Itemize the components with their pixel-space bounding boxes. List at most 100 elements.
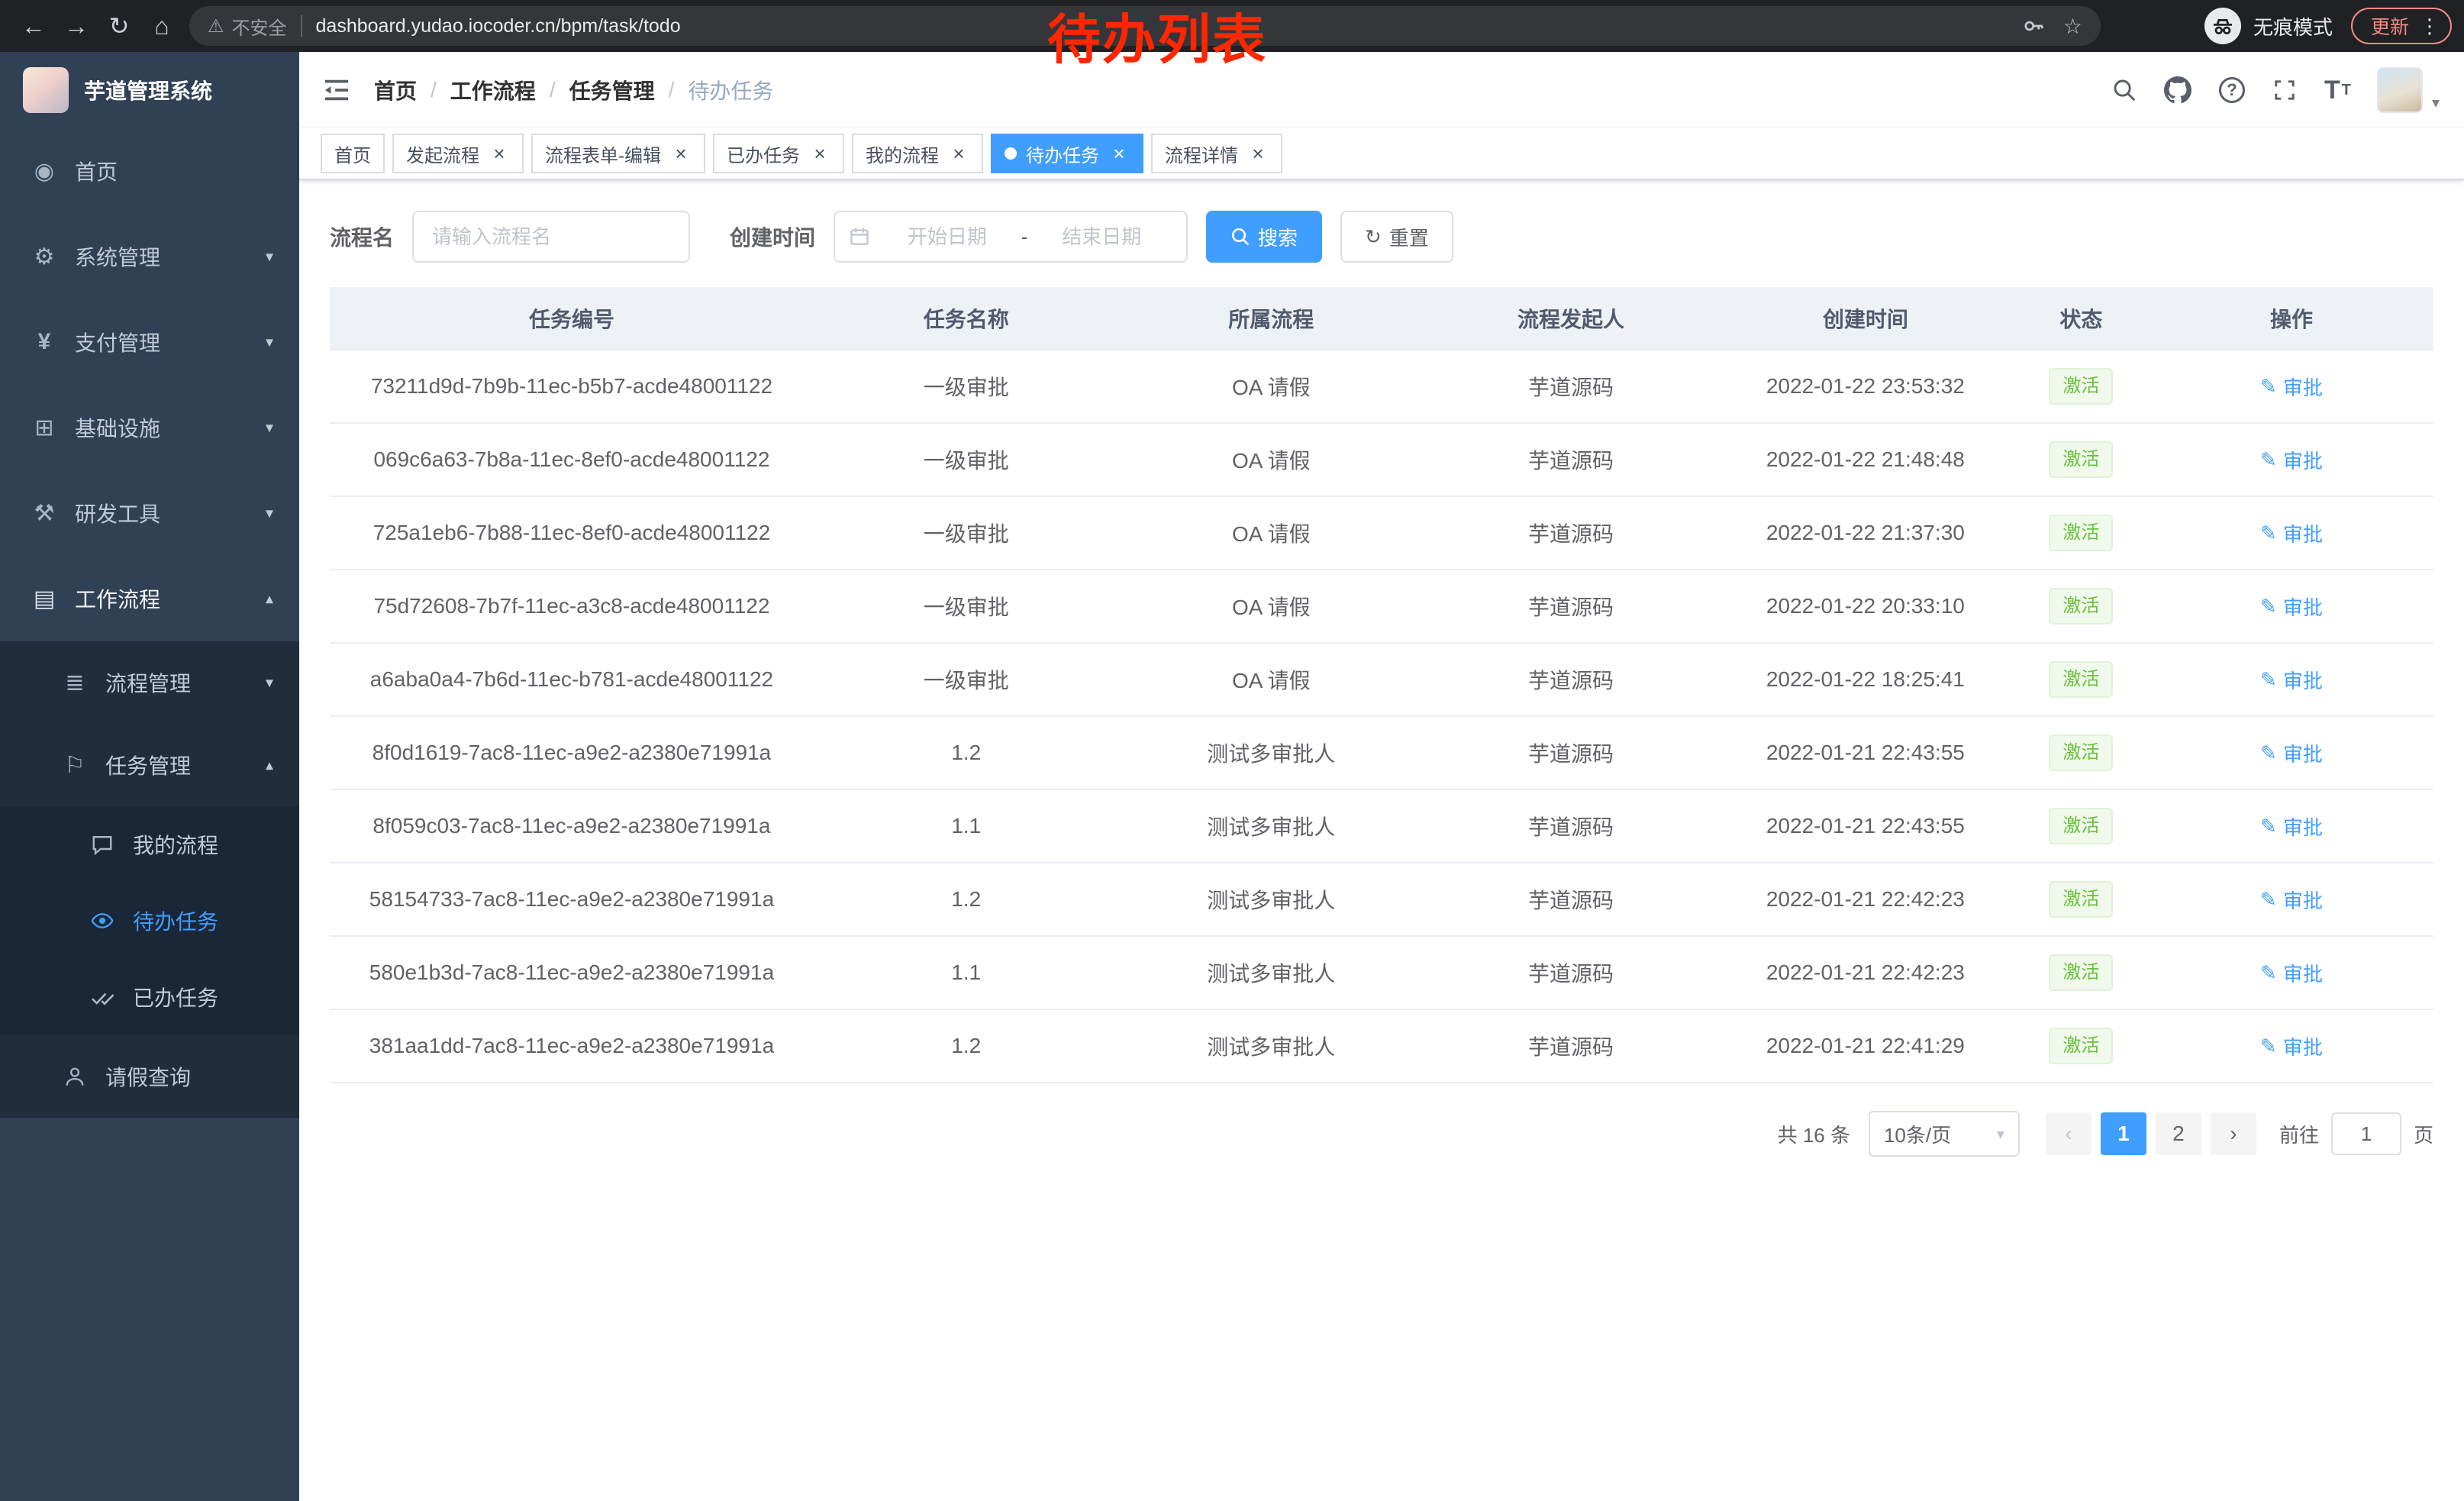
page-size-select[interactable]: 10条/页 ▾ <box>1869 1111 2020 1157</box>
status-badge: 激活 <box>2049 808 2113 844</box>
approve-link[interactable]: ✎ 审批 <box>2260 812 2323 841</box>
search-button[interactable]: 搜索 <box>1206 211 1322 263</box>
table-row[interactable]: 8f0d1619-7ac8-11ec-a9e2-a2380e71991a 1.2… <box>330 716 2433 789</box>
approve-link[interactable]: ✎ 审批 <box>2260 739 2323 767</box>
reset-button[interactable]: ↻ 重置 <box>1340 211 1453 263</box>
process-name-input[interactable] <box>412 211 690 263</box>
approve-link[interactable]: ✎ 审批 <box>2260 886 2323 914</box>
sidebar-item-my-process[interactable]: 我的流程 <box>0 806 299 883</box>
tab-done-tasks[interactable]: 已办任务 × <box>713 134 844 173</box>
app-logo-row[interactable]: 芋道管理系统 <box>0 52 299 128</box>
help-icon[interactable]: ? <box>2205 52 2259 128</box>
approve-link[interactable]: ✎ 审批 <box>2260 1032 2323 1060</box>
browser-menu-icon[interactable]: ⋮ <box>2420 15 2440 38</box>
sidebar-item-task-mgmt[interactable]: ⚐ 任务管理 ▴ <box>0 724 299 806</box>
col-task-name: 任务名称 <box>814 287 1119 350</box>
approve-link[interactable]: ✎ 审批 <box>2260 959 2323 987</box>
breadcrumb-item-workflow[interactable]: 工作流程 <box>450 75 536 105</box>
sidebar-item-done-tasks[interactable]: 已办任务 <box>0 959 299 1035</box>
next-page-button[interactable]: › <box>2211 1112 2256 1155</box>
browser-home-button[interactable]: ⌂ <box>140 5 183 47</box>
sidebar-item-label: 研发工具 <box>75 498 160 528</box>
page-button-1[interactable]: 1 <box>2101 1112 2146 1155</box>
table-row[interactable]: 75d72608-7b7f-11ec-a3c8-acde48001122 一级审… <box>330 570 2433 643</box>
sidebar-item-system[interactable]: ⚙ 系统管理 ▾ <box>0 214 299 299</box>
tab-todo-tasks[interactable]: 待办任务 × <box>991 134 1143 173</box>
filter-bar: 流程名 创建时间 - <box>330 211 2433 263</box>
sidebar-item-home[interactable]: ◉ 首页 <box>0 128 299 214</box>
bookmark-star-icon[interactable]: ☆ <box>2063 14 2082 39</box>
close-icon[interactable]: × <box>1247 143 1269 164</box>
breadcrumb-item-task-mgmt[interactable]: 任务管理 <box>569 75 655 105</box>
table-row[interactable]: a6aba0a4-7b6d-11ec-b781-acde48001122 一级审… <box>330 643 2433 716</box>
sidebar-item-process-mgmt[interactable]: ≣ 流程管理 ▾ <box>0 641 299 724</box>
avatar-caret-icon[interactable]: ▾ <box>2432 93 2440 112</box>
close-icon[interactable]: × <box>809 143 830 164</box>
refresh-icon: ↻ <box>1365 225 1382 249</box>
page-size-value: 10条/页 <box>1884 1120 1951 1148</box>
calendar-icon <box>849 226 870 247</box>
edit-pen-icon: ✎ <box>2260 595 2277 618</box>
sidebar-item-todo-tasks[interactable]: 待办任务 <box>0 883 299 959</box>
table-row[interactable]: 8f059c03-7ac8-11ec-a9e2-a2380e71991a 1.1… <box>330 789 2433 863</box>
warning-icon: ⚠ <box>208 15 224 37</box>
tab-my-process[interactable]: 我的流程 × <box>852 134 983 173</box>
table-row[interactable]: 381aa1dd-7ac8-11ec-a9e2-a2380e71991a 1.2… <box>330 1009 2433 1083</box>
status-badge: 激活 <box>2049 661 2113 698</box>
close-icon[interactable]: × <box>948 143 969 164</box>
goto-page-input[interactable] <box>2331 1112 2401 1155</box>
tab-label: 流程表单-编辑 <box>545 140 661 167</box>
page-button-2[interactable]: 2 <box>2156 1112 2201 1155</box>
tab-process-detail[interactable]: 流程详情 × <box>1151 134 1282 173</box>
search-icon[interactable] <box>2098 52 2150 128</box>
approve-link[interactable]: ✎ 审批 <box>2260 519 2323 547</box>
table-row[interactable]: 73211d9d-7b9b-11ec-b5b7-acde48001122 一级审… <box>330 350 2433 423</box>
url-text[interactable]: dashboard.yudao.iocoder.cn/bpm/task/todo <box>316 15 681 37</box>
approve-link[interactable]: ✎ 审批 <box>2260 592 2323 621</box>
sidebar-item-leave-query[interactable]: 请假查询 <box>0 1035 299 1118</box>
fullscreen-icon[interactable] <box>2259 52 2311 128</box>
breadcrumb-separator: / <box>669 78 675 102</box>
user-avatar[interactable] <box>2377 67 2423 113</box>
sidebar-toggle-icon[interactable] <box>299 52 374 128</box>
table-row[interactable]: 725a1eb6-7b88-11ec-8ef0-acde48001122 一级审… <box>330 496 2433 570</box>
start-date-input[interactable] <box>876 225 1018 249</box>
key-icon[interactable] <box>2022 15 2045 37</box>
close-icon[interactable]: × <box>670 143 692 164</box>
table-row[interactable]: 580e1b3d-7ac8-11ec-a9e2-a2380e71991a 1.1… <box>330 936 2433 1009</box>
sidebar-item-infrastructure[interactable]: ⊞ 基础设施 ▾ <box>0 385 299 470</box>
browser-update-button[interactable]: 更新 ⋮ <box>2351 8 2452 44</box>
tools-icon: ⚒ <box>31 500 58 527</box>
sidebar-item-payment[interactable]: ¥ 支付管理 ▾ <box>0 299 299 385</box>
browser-forward-button[interactable]: → <box>55 5 98 47</box>
table-row[interactable]: 069c6a63-7b8a-11ec-8ef0-acde48001122 一级审… <box>330 423 2433 496</box>
github-icon[interactable] <box>2150 52 2205 128</box>
browser-back-button[interactable]: ← <box>12 5 55 47</box>
security-label[interactable]: 不安全 <box>232 13 287 40</box>
cell-task-id: a6aba0a4-7b6d-11ec-b781-acde48001122 <box>330 643 814 716</box>
date-range-picker[interactable]: - <box>834 211 1188 263</box>
cell-task-id: 73211d9d-7b9b-11ec-b5b7-acde48001122 <box>330 350 814 423</box>
tab-start-process[interactable]: 发起流程 × <box>392 134 524 173</box>
cell-created: 2022-01-22 21:48:48 <box>1718 423 2013 496</box>
question-mark: ? <box>2219 77 2245 103</box>
briefcase-icon: ▤ <box>31 586 58 612</box>
close-icon[interactable]: × <box>1108 143 1130 164</box>
cell-task-name: 一级审批 <box>814 423 1119 496</box>
sidebar-item-devtools[interactable]: ⚒ 研发工具 ▾ <box>0 470 299 556</box>
table-row[interactable]: 58154733-7ac8-11ec-a9e2-a2380e71991a 1.2… <box>330 863 2433 936</box>
approve-link[interactable]: ✎ 审批 <box>2260 446 2323 474</box>
tab-home[interactable]: 首页 <box>321 134 385 173</box>
address-bar[interactable]: ⚠ 不安全 dashboard.yudao.iocoder.cn/bpm/tas… <box>189 6 2101 46</box>
close-icon[interactable]: × <box>489 143 510 164</box>
cell-task-id: 75d72608-7b7f-11ec-a3c8-acde48001122 <box>330 570 814 643</box>
browser-reload-button[interactable]: ↻ <box>98 5 140 47</box>
end-date-input[interactable] <box>1030 225 1172 249</box>
prev-page-button[interactable]: ‹ <box>2046 1112 2091 1155</box>
tab-form-edit[interactable]: 流程表单-编辑 × <box>531 134 705 173</box>
font-size-icon[interactable]: TT <box>2311 52 2365 128</box>
approve-link[interactable]: ✎ 审批 <box>2260 373 2323 401</box>
sidebar-item-workflow[interactable]: ▤ 工作流程 ▴ <box>0 556 299 641</box>
breadcrumb-item-home[interactable]: 首页 <box>374 75 417 105</box>
approve-link[interactable]: ✎ 审批 <box>2260 666 2323 694</box>
